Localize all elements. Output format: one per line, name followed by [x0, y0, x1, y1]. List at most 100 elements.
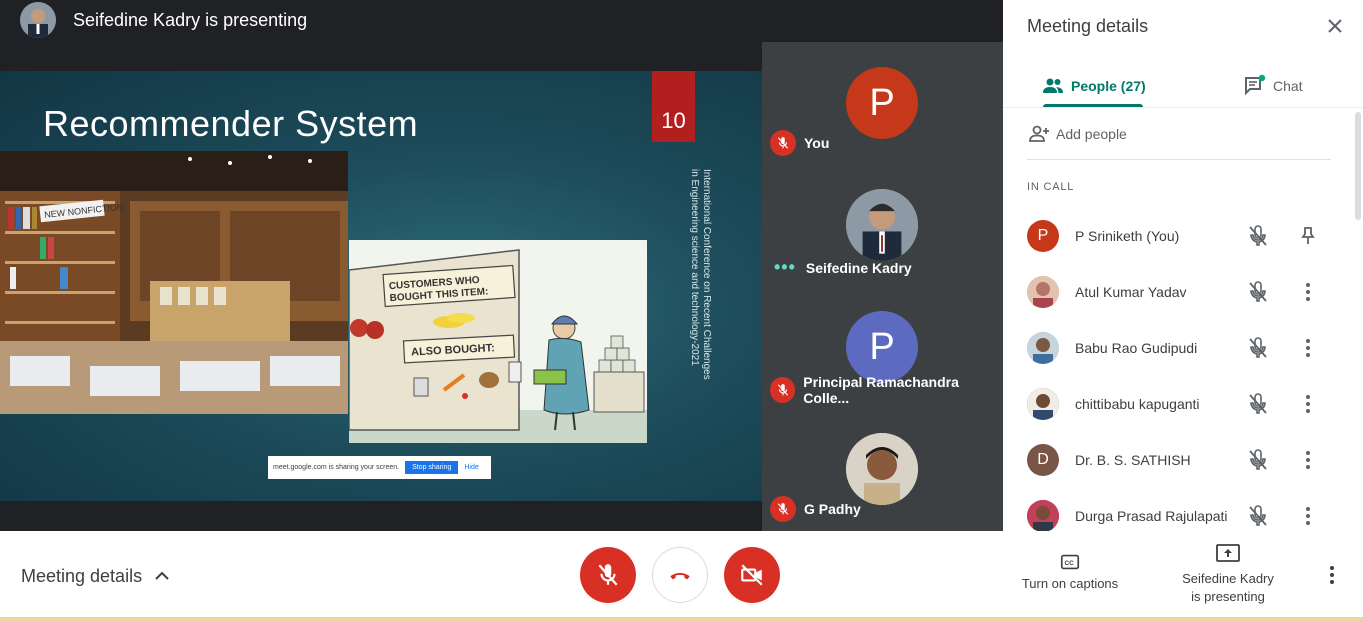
bookstore-photo: NEW NONFICTION	[0, 151, 348, 414]
mic-off-icon	[770, 130, 796, 156]
avatar: P	[1027, 220, 1059, 252]
list-item[interactable]: Babu Rao Gudipudi	[1003, 320, 1363, 376]
more-options-button[interactable]	[1296, 336, 1320, 360]
more-options-button[interactable]	[1296, 280, 1320, 304]
meeting-details-label: Meeting details	[21, 565, 143, 586]
people-icon	[1043, 78, 1063, 93]
mic-off-icon	[598, 564, 618, 586]
tile-avatar: P	[846, 311, 918, 383]
mic-muted-icon	[1246, 224, 1270, 248]
tile-seifedine-kadry[interactable]: ••• Seifedine Kadry	[762, 164, 1003, 286]
more-vert-icon	[1306, 395, 1310, 413]
people-list: P P Sriniketh (You) Atul Kumar Yadav Bab…	[1003, 208, 1363, 531]
mic-off-icon	[770, 377, 796, 403]
avatar	[1027, 388, 1059, 420]
tile-name: G Padhy	[804, 501, 861, 517]
mic-muted-icon	[1246, 280, 1270, 304]
slide-title: Recommender System	[43, 103, 419, 144]
presenter-name: Seifedine Kadry is presenting	[73, 9, 308, 30]
mic-muted-icon	[1246, 336, 1270, 360]
add-people-label: Add people	[1056, 126, 1127, 142]
mic-muted-icon	[1246, 504, 1270, 528]
captions-icon: CC	[1060, 554, 1080, 570]
shared-slide: Recommender System 10 International Conf…	[0, 71, 762, 501]
video-stage: Seifedine Kadry is presenting Recommende…	[0, 0, 1003, 531]
presenter-avatar	[20, 2, 56, 38]
camera-toggle-button[interactable]	[724, 547, 780, 603]
present-screen-icon	[1216, 544, 1240, 562]
cartoon-illustration: CUSTOMERS WHO BOUGHT THIS ITEM: ALSO BOU…	[349, 240, 647, 443]
screen-share-banner: meet.google.com is sharing your screen. …	[268, 456, 491, 479]
avatar	[1027, 332, 1059, 364]
more-vert-icon	[1306, 283, 1310, 301]
panel-title: Meeting details	[1027, 16, 1149, 36]
avatar: D	[1027, 444, 1059, 476]
presenting-line-2: is presenting	[1191, 589, 1265, 604]
more-options-button[interactable]	[1320, 563, 1344, 587]
speaking-indicator-icon: •••	[774, 257, 796, 277]
mic-muted-icon	[1246, 392, 1270, 416]
leave-call-button[interactable]	[652, 547, 708, 603]
add-person-icon	[1029, 125, 1049, 142]
tile-you[interactable]: P You	[762, 42, 1003, 164]
tab-chat[interactable]: Chat	[1243, 64, 1303, 108]
more-vert-icon	[1306, 451, 1310, 469]
stop-sharing-button[interactable]: Stop sharing	[405, 461, 459, 474]
tab-people[interactable]: People (27)	[1041, 64, 1146, 108]
meeting-details-button[interactable]: Meeting details	[21, 564, 174, 588]
more-vert-icon	[1306, 339, 1310, 357]
in-call-heading: IN CALL	[1027, 181, 1075, 193]
person-name: Dr. B. S. SATHISH	[1075, 452, 1191, 468]
microphone-toggle-button[interactable]	[580, 547, 636, 603]
hang-up-icon	[670, 572, 690, 580]
camera-off-icon	[741, 564, 763, 586]
participant-tiles: P You ••• Seifedine Kadry P Principal Ra…	[762, 42, 1003, 531]
more-options-button[interactable]	[1296, 448, 1320, 472]
tile-principal-ramachandra[interactable]: P Principal Ramachandra Colle...	[762, 286, 1003, 408]
presenting-line-1: Seifedine Kadry	[1182, 571, 1274, 586]
tile-name: You	[804, 135, 830, 151]
tab-divider	[1003, 107, 1363, 108]
avatar	[1027, 276, 1059, 308]
list-item[interactable]: chittibabu kapuganti	[1003, 376, 1363, 432]
close-panel-button[interactable]	[1323, 14, 1347, 38]
presentation-button[interactable]: Seifedine Kadry is presenting	[1166, 543, 1290, 606]
list-item[interactable]: Atul Kumar Yadav	[1003, 264, 1363, 320]
pin-button[interactable]	[1296, 224, 1320, 248]
captions-button[interactable]: CC Turn on captions	[1010, 551, 1130, 591]
person-name: Atul Kumar Yadav	[1075, 284, 1187, 300]
list-item[interactable]: Durga Prasad Rajulapati	[1003, 488, 1363, 531]
meeting-details-panel: Meeting details People (27) Chat Add peo…	[1003, 0, 1363, 531]
add-people-button[interactable]: Add people	[1027, 122, 1127, 146]
list-item[interactable]: P P Sriniketh (You)	[1003, 208, 1363, 264]
tab-people-label: People (27)	[1071, 78, 1146, 94]
mic-off-icon	[770, 496, 796, 522]
avatar	[1027, 500, 1059, 531]
presenter-bar: Seifedine Kadry is presenting	[0, 0, 760, 40]
divider	[1027, 159, 1331, 160]
bottom-edge	[0, 617, 1363, 621]
more-options-button[interactable]	[1296, 392, 1320, 416]
tile-name: Seifedine Kadry	[805, 259, 912, 276]
more-vert-icon	[1330, 566, 1334, 584]
share-banner-text: meet.google.com is sharing your screen.	[273, 464, 400, 471]
panel-scrollbar[interactable]	[1355, 112, 1361, 220]
more-options-button[interactable]	[1296, 504, 1320, 528]
more-vert-icon	[1306, 507, 1310, 525]
tile-g-padhy[interactable]: G Padhy	[762, 408, 1003, 530]
tile-avatar	[846, 433, 918, 505]
pin-icon	[1301, 227, 1315, 244]
svg-text:CC: CC	[1065, 560, 1075, 567]
hide-banner-button[interactable]: Hide	[464, 464, 478, 471]
chevron-up-icon	[155, 571, 169, 580]
tile-name: Principal Ramachandra Colle...	[803, 374, 959, 406]
mic-muted-icon	[1246, 448, 1270, 472]
slide-conference-text: International Conference on Recent Chall…	[689, 169, 712, 380]
slide-number: 10	[652, 71, 695, 142]
bottom-toolbar: Meeting details CC Turn on captions Seif…	[0, 531, 1363, 621]
person-name: P Sriniketh (You)	[1075, 228, 1180, 244]
tile-avatar	[846, 189, 918, 261]
captions-label: Turn on captions	[1021, 576, 1119, 591]
list-item[interactable]: D Dr. B. S. SATHISH	[1003, 432, 1363, 488]
person-name: chittibabu kapuganti	[1075, 396, 1200, 412]
